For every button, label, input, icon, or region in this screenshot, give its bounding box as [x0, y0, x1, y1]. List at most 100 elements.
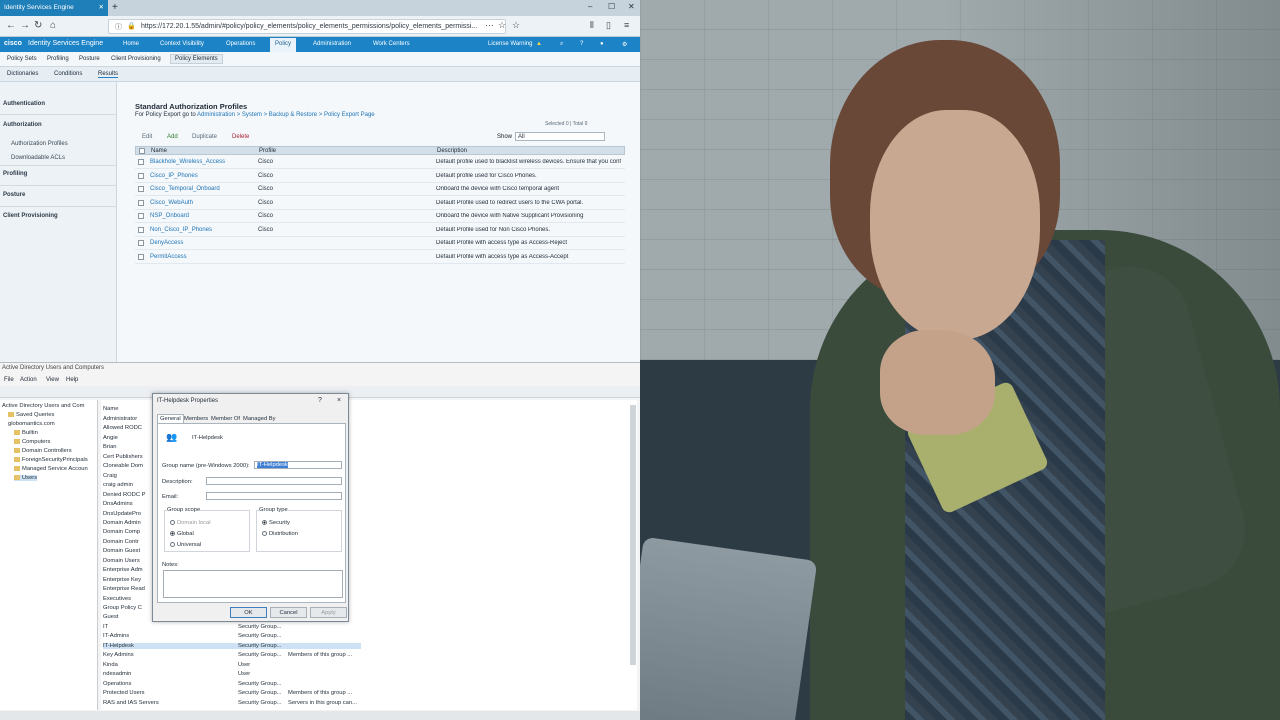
- table-row[interactable]: Blackhole_Wireless_Access Cisco Default pr…: [135, 156, 625, 169]
- license-warning[interactable]: License Warning: [488, 41, 532, 47]
- tree-users[interactable]: Users: [14, 475, 38, 482]
- tab-members[interactable]: Members: [182, 415, 210, 423]
- menu-icon[interactable]: ≡: [624, 20, 629, 30]
- list-item[interactable]: RAS and IAS Servers: [103, 700, 159, 706]
- sidebar-authorization[interactable]: Authorization: [3, 122, 42, 128]
- tab-member-of[interactable]: Member Of: [209, 415, 242, 423]
- list-item[interactable]: craig admin: [103, 482, 133, 488]
- list-item[interactable]: Executives: [103, 596, 131, 602]
- list-header-name[interactable]: Name: [103, 406, 118, 412]
- list-item[interactable]: Group Policy C: [103, 605, 142, 611]
- forward-icon[interactable]: →: [20, 20, 30, 31]
- sidebar-icon[interactable]: ▯: [606, 20, 611, 31]
- list-item[interactable]: Enterprise Key: [103, 577, 141, 583]
- list-item[interactable]: Kinda: [103, 662, 118, 668]
- list-item[interactable]: IT: [103, 624, 108, 630]
- profile-name-link[interactable]: PermitAccess: [150, 254, 187, 260]
- menu-view[interactable]: View: [46, 377, 59, 383]
- table-row[interactable]: Cisco_IP_Phones Cisco Default profile used…: [135, 170, 625, 183]
- delete-button[interactable]: Delete: [232, 134, 249, 140]
- help-icon[interactable]: ?: [318, 397, 322, 404]
- bookmark-icon[interactable]: ☆: [498, 20, 506, 31]
- list-item[interactable]: DnsAdmins: [103, 501, 133, 507]
- list-item[interactable]: Administrator: [103, 416, 137, 422]
- profile-name-link[interactable]: Blackhole_Wireless_Access: [150, 159, 225, 165]
- row-checkbox[interactable]: [138, 199, 144, 206]
- menu-file[interactable]: File: [4, 377, 14, 383]
- sidebar-authorization-profiles[interactable]: Authorization Profiles: [11, 141, 68, 147]
- sidebar-authentication[interactable]: Authentication: [3, 101, 45, 107]
- menu-action[interactable]: Action: [20, 377, 37, 383]
- profile-name-link[interactable]: NSP_Onboard: [150, 213, 189, 219]
- email-input[interactable]: [206, 492, 342, 500]
- more-icon[interactable]: ···: [485, 20, 494, 30]
- sidebar-client-provisioning[interactable]: Client Provisioning: [3, 213, 58, 219]
- list-item[interactable]: IT-Admins: [103, 633, 129, 639]
- subnav-posture[interactable]: Posture: [79, 56, 100, 62]
- tree-domain[interactable]: globomantics.com: [8, 421, 55, 427]
- new-tab-icon[interactable]: +: [112, 2, 118, 13]
- list-item[interactable]: DnsUpdatePro: [103, 511, 141, 517]
- nav-operations[interactable]: Operations: [226, 41, 255, 47]
- row-checkbox[interactable]: [138, 253, 144, 260]
- col-description[interactable]: Description: [437, 148, 467, 154]
- table-row[interactable]: PermitAccess Default Profile with access …: [135, 251, 625, 264]
- vertical-scrollbar[interactable]: [630, 405, 636, 665]
- nav-policy[interactable]: Policy: [270, 38, 297, 52]
- list-item[interactable]: Denied RODC P: [103, 492, 146, 498]
- list-item[interactable]: Cert Publishers: [103, 454, 143, 460]
- col-name[interactable]: Name: [151, 148, 167, 154]
- scope-domain-local[interactable]: Domain local: [170, 520, 211, 526]
- row-checkbox[interactable]: [138, 240, 144, 246]
- list-item[interactable]: Domain Admin: [103, 520, 141, 526]
- tab-results[interactable]: Results: [98, 71, 119, 78]
- tree-builtin[interactable]: Builtin: [14, 430, 38, 436]
- tree-msa[interactable]: Managed Service Accoun: [14, 466, 88, 472]
- add-button[interactable]: Add: [167, 134, 178, 140]
- profile-name-link[interactable]: DenyAccess: [150, 240, 183, 246]
- sidebar-profiling[interactable]: Profiling: [3, 171, 27, 177]
- edit-button[interactable]: Edit: [142, 134, 152, 140]
- description-input[interactable]: [206, 477, 342, 485]
- subnav-policy-sets[interactable]: Policy Sets: [7, 56, 37, 62]
- list-item[interactable]: Enterprise Read: [103, 586, 145, 592]
- profile-name-link[interactable]: Cisco_Temporal_Onboard: [150, 186, 220, 192]
- tree-domain-controllers[interactable]: Domain Controllers: [14, 448, 72, 454]
- row-checkbox[interactable]: [138, 186, 144, 192]
- minimize-icon[interactable]: –: [588, 2, 592, 11]
- subnav-policy-elements[interactable]: Policy Elements: [170, 54, 223, 64]
- browser-tab[interactable]: Identity Services Engine ✕: [0, 0, 108, 16]
- col-profile[interactable]: Profile: [259, 148, 276, 154]
- apply-button[interactable]: Apply: [310, 607, 347, 618]
- close-window-icon[interactable]: ✕: [628, 2, 635, 11]
- row-checkbox[interactable]: [138, 172, 144, 179]
- list-item[interactable]: Domain Contr: [103, 539, 139, 545]
- sidebar-posture[interactable]: Posture: [3, 192, 25, 198]
- list-item[interactable]: Craig: [103, 473, 117, 479]
- back-icon[interactable]: ←: [6, 20, 16, 31]
- cancel-button[interactable]: Cancel: [270, 607, 307, 618]
- tab-managed-by[interactable]: Managed By: [241, 415, 278, 423]
- tab-general[interactable]: General: [157, 414, 184, 423]
- subnav-profiling[interactable]: Profiling: [47, 56, 69, 62]
- select-all-checkbox[interactable]: [139, 148, 145, 154]
- url-field[interactable]: ⓘ 🔒 https://172.20.1.55/admin/#policy/po…: [108, 19, 506, 34]
- help-icon[interactable]: ?: [580, 41, 583, 47]
- row-checkbox[interactable]: [138, 213, 144, 219]
- search-icon[interactable]: ⌕: [560, 41, 563, 48]
- list-item[interactable]: Operations: [103, 681, 131, 687]
- pre2000-input[interactable]: IT-Helpdesk: [254, 461, 342, 469]
- menu-help[interactable]: Help: [66, 377, 78, 383]
- subnav-client-provisioning[interactable]: Client Provisioning: [111, 56, 161, 62]
- horizontal-scrollbar[interactable]: [0, 711, 640, 720]
- library-icon[interactable]: ⫴: [590, 20, 594, 31]
- list-item[interactable]: IT-Helpdesk: [103, 642, 361, 649]
- table-row[interactable]: Cisco_Temporal_Onboard Cisco Onboard the d…: [135, 183, 625, 196]
- list-item[interactable]: Domain Guest: [103, 548, 140, 554]
- list-item[interactable]: Allowed RODC: [103, 425, 142, 431]
- settings-icon[interactable]: ⚙: [622, 41, 627, 48]
- home-icon[interactable]: ⌂: [50, 20, 56, 31]
- sidebar-downloadable-acls[interactable]: Downloadable ACLs: [11, 155, 65, 161]
- tree-computers[interactable]: Computers: [14, 439, 50, 445]
- nav-administration[interactable]: Administration: [313, 41, 351, 47]
